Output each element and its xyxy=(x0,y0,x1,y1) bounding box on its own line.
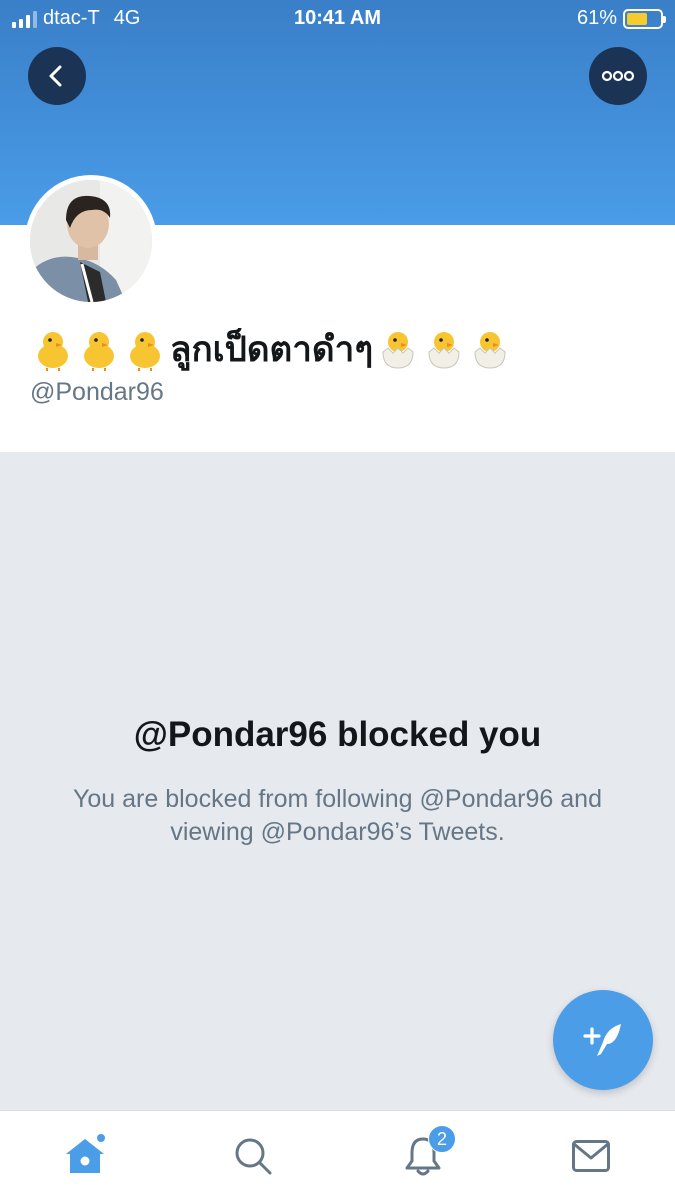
avatar[interactable] xyxy=(25,175,157,307)
hatching-chick-icon xyxy=(421,326,467,372)
back-button[interactable] xyxy=(28,47,86,105)
chick-icon xyxy=(122,326,168,372)
display-name-text: ลูกเป็ดตาดำๆ xyxy=(170,329,374,369)
status-bar: dtac-T 4G 10:41 AM 61% xyxy=(0,0,675,38)
chevron-left-icon xyxy=(49,65,62,87)
tab-notifications[interactable]: 2 xyxy=(398,1125,456,1181)
search-icon xyxy=(235,1138,272,1175)
notification-badge: 2 xyxy=(428,1125,456,1153)
tab-bar: 2 xyxy=(0,1110,675,1200)
tab-home[interactable] xyxy=(60,1131,110,1181)
battery-percent: 61% xyxy=(576,7,617,29)
profile-photo xyxy=(30,180,152,302)
hatching-chick-icon xyxy=(467,326,513,372)
clock: 10:41 AM xyxy=(293,7,382,29)
mail-icon xyxy=(572,1140,610,1172)
battery-icon xyxy=(623,8,666,29)
compose-tweet-button[interactable] xyxy=(553,990,653,1090)
chick-icon xyxy=(76,326,122,372)
display-name: ลูกเป็ดตาดำๆ xyxy=(30,326,513,372)
profile-handle: @Pondar96 xyxy=(30,378,164,406)
more-options-button[interactable] xyxy=(589,47,647,105)
ellipsis-icon xyxy=(601,70,635,82)
blocked-description: You are blocked from following @Pondar96… xyxy=(73,785,602,846)
home-icon xyxy=(66,1134,105,1173)
tab-search[interactable] xyxy=(228,1131,278,1181)
blocked-title: @Pondar96 blocked you xyxy=(133,715,542,754)
tab-messages[interactable] xyxy=(566,1131,616,1181)
compose-tweet-icon xyxy=(583,1024,621,1056)
hatching-chick-icon xyxy=(375,326,421,372)
chick-icon xyxy=(30,326,76,372)
